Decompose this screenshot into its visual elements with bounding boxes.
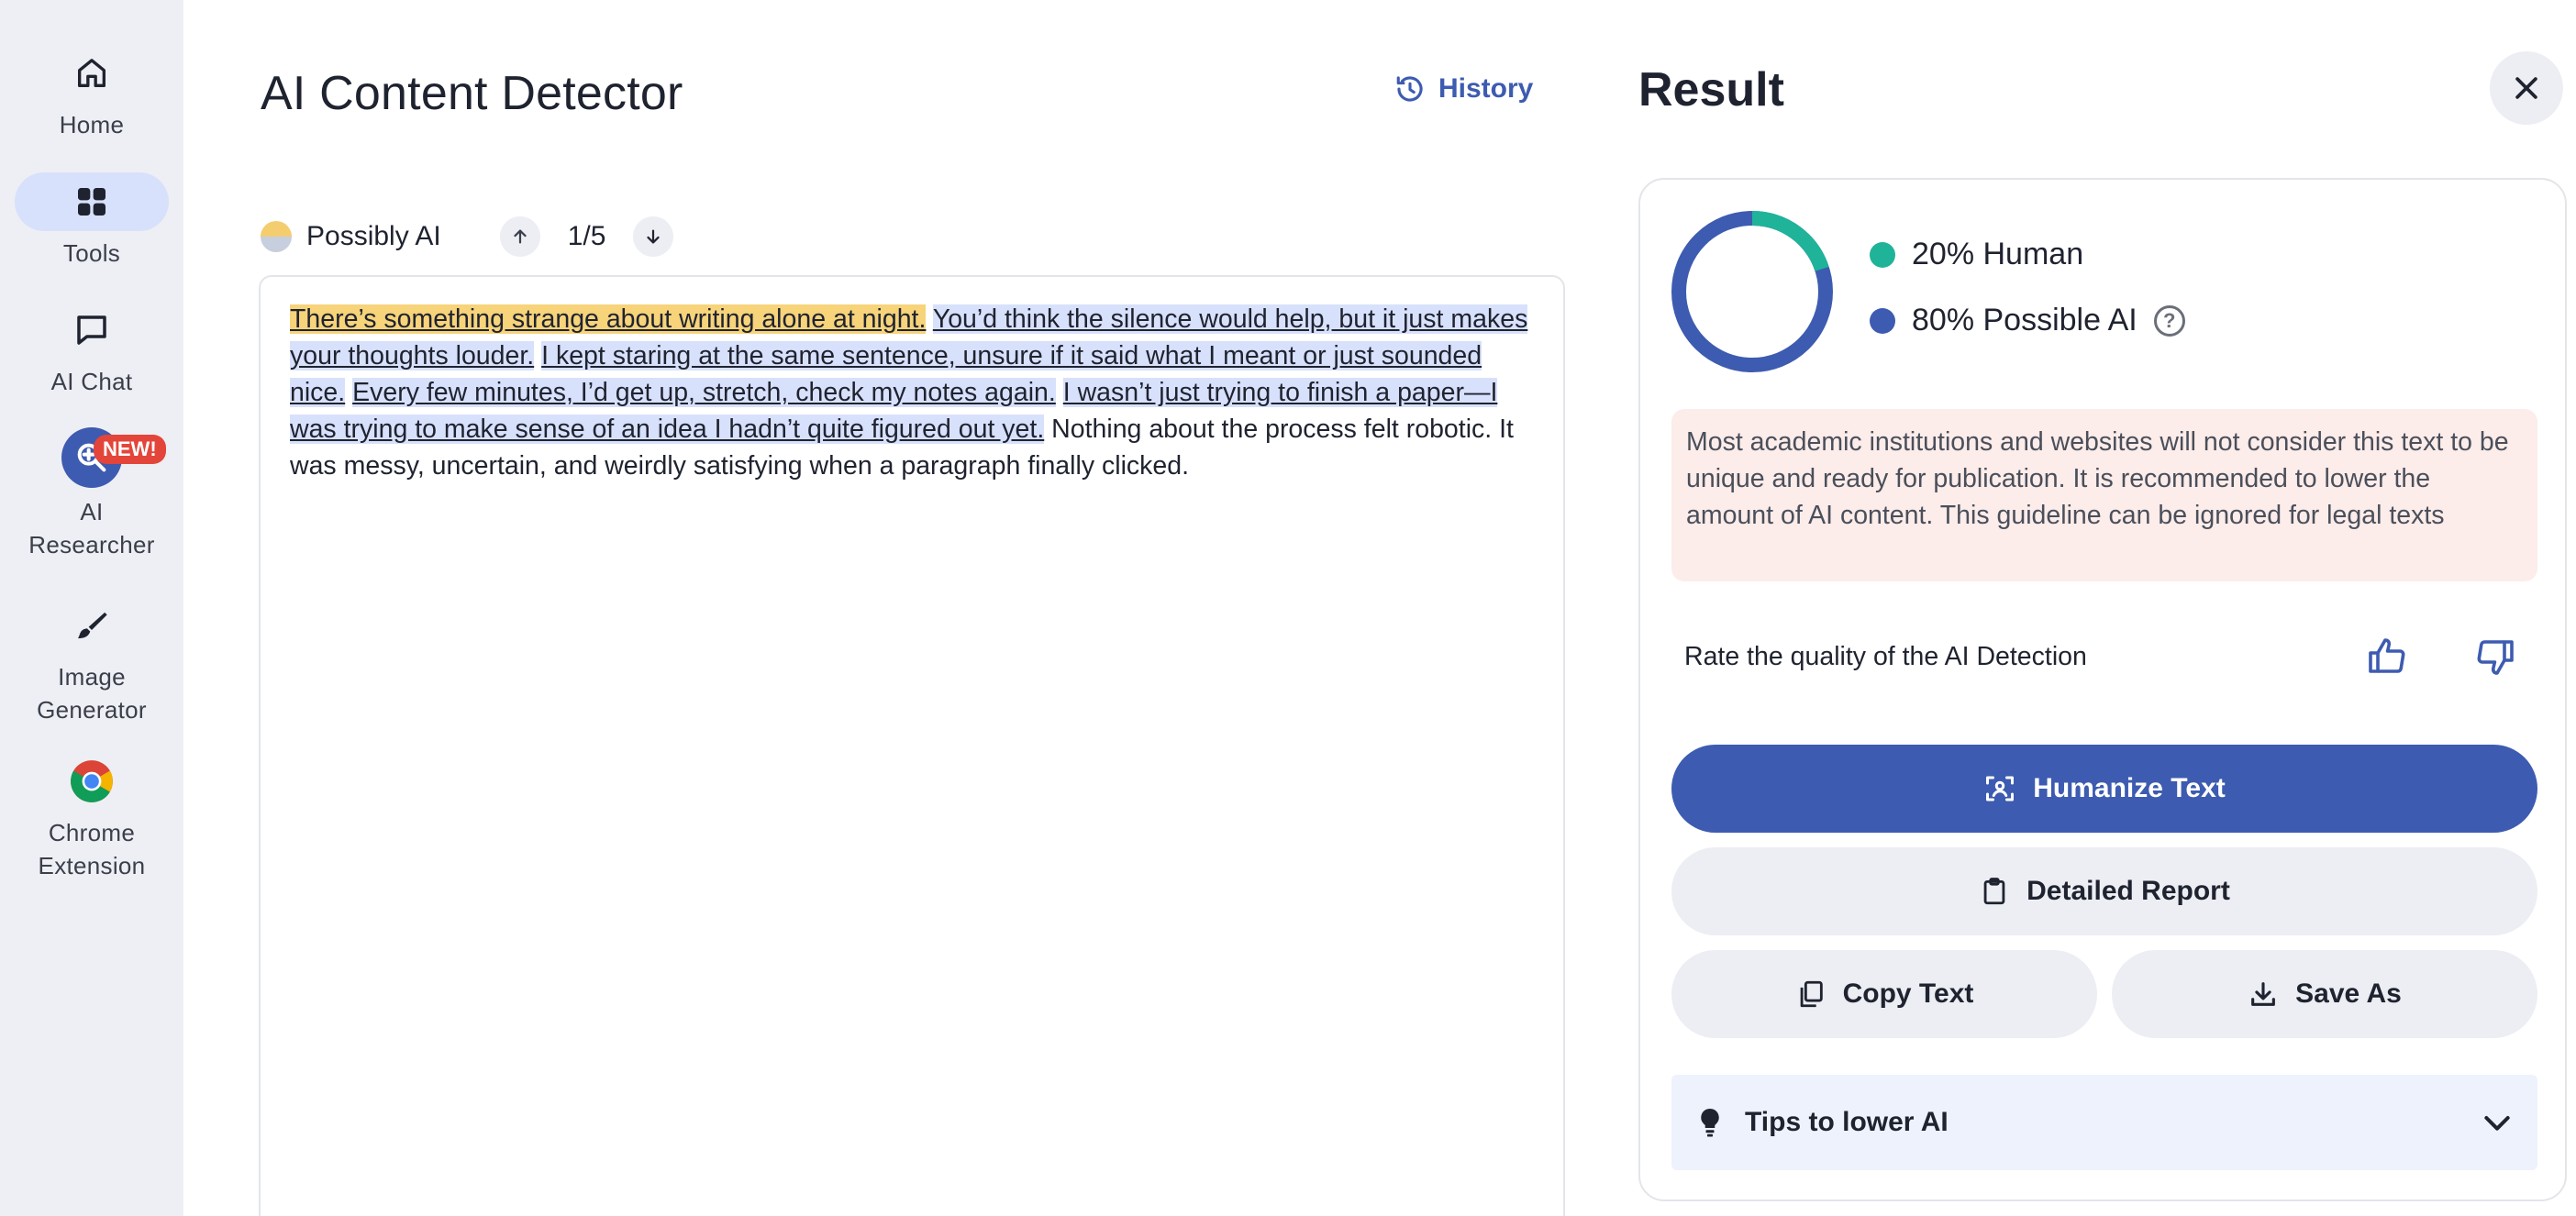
download-icon <box>2251 982 2276 1006</box>
detection-status-row: Possibly AI 1/5 <box>261 215 674 259</box>
sidebar-item-label: AI Researcher <box>28 498 155 558</box>
save-as-button[interactable]: Save As <box>2112 950 2537 1038</box>
text-editor[interactable]: There’s something strange about writing … <box>259 275 1565 1216</box>
legend-human: 20% Human <box>1870 237 2083 272</box>
humanize-text-button[interactable]: Humanize Text <box>1671 745 2537 833</box>
detailed-report-button[interactable]: Detailed Report <box>1671 847 2537 935</box>
tips-label: Tips to lower AI <box>1745 1107 1949 1137</box>
guideline-warning: Most academic institutions and websites … <box>1671 409 2537 581</box>
score-donut-chart <box>1671 211 1833 372</box>
arrow-up-icon <box>514 229 527 244</box>
sidebar-item-label: Chrome Extension <box>38 819 146 879</box>
sidebar-item-tools[interactable]: Tools <box>0 172 183 270</box>
thumbs-up-icon <box>2369 638 2405 673</box>
text-spacer <box>1056 378 1063 407</box>
legend-ai: 80% Possible AI ? <box>1870 303 2185 338</box>
text-spacer <box>534 341 541 370</box>
chevron-down-icon <box>2484 1116 2510 1131</box>
lightbulb-icon <box>1701 1109 1719 1137</box>
text-spacer <box>926 304 932 334</box>
status-indicator-icon <box>261 221 292 252</box>
ai-percentage-label: 80% Possible AI <box>1912 303 2137 337</box>
close-icon <box>2515 77 2537 99</box>
brush-icon <box>78 612 107 639</box>
sidebar-item-home[interactable]: Home <box>0 44 183 141</box>
ai-legend-dot <box>1870 307 1895 334</box>
grid-icon <box>78 188 105 216</box>
history-button[interactable]: History <box>1394 73 1533 105</box>
new-badge: NEW! <box>94 435 166 464</box>
sidebar-item-chrome-extension[interactable]: Chrome Extension <box>0 752 183 882</box>
sidebar-item-ai-chat[interactable]: AI Chat <box>0 301 183 398</box>
rate-quality-label: Rate the quality of the AI Detection <box>1684 642 2087 671</box>
history-icon <box>1396 76 1423 102</box>
home-icon <box>78 59 106 88</box>
sidebar-item-label: AI Chat <box>50 368 133 395</box>
detailed-report-label: Detailed Report <box>2026 876 2230 906</box>
human-percentage-label: 20% Human <box>1912 237 2084 271</box>
status-label: Possibly AI <box>306 221 441 251</box>
chrome-icon <box>71 760 113 802</box>
sidebar-item-label: Tools <box>62 239 121 267</box>
result-title: Result <box>1638 63 1784 116</box>
history-label: History <box>1438 73 1534 104</box>
thumbs-down-button[interactable] <box>2471 633 2519 680</box>
clipboard-icon <box>1983 878 2005 905</box>
text-segment[interactable]: There’s something strange about writing … <box>290 304 927 334</box>
save-as-label: Save As <box>2295 978 2402 1009</box>
help-icon[interactable]: ? <box>2153 304 2185 337</box>
previous-segment-button[interactable] <box>499 216 540 257</box>
app-window: Home Tools AI Chat AI Researcher NEW! Im… <box>0 0 2576 1216</box>
copy-icon <box>1800 980 1823 1008</box>
humanize-icon <box>1986 776 2015 801</box>
sidebar: Home Tools AI Chat AI Researcher NEW! Im… <box>0 0 183 1216</box>
humanize-label: Humanize Text <box>2033 773 2226 803</box>
arrow-down-icon <box>647 229 661 244</box>
copy-text-button[interactable]: Copy Text <box>1671 950 2097 1038</box>
tips-accordion[interactable]: Tips to lower AI <box>1671 1075 2537 1170</box>
close-button[interactable] <box>2490 51 2563 125</box>
segment-counter: 1/5 <box>567 221 606 251</box>
text-segment[interactable]: Every few minutes, I’d get up, stretch, … <box>352 378 1056 407</box>
analyzed-text[interactable]: There’s something strange about writing … <box>290 301 1534 484</box>
sidebar-item-label: Home <box>59 111 125 138</box>
thumbs-down-icon <box>2477 640 2514 675</box>
chat-icon <box>77 315 106 345</box>
human-legend-dot <box>1870 241 1895 268</box>
page-title: AI Content Detector <box>261 67 683 120</box>
sidebar-item-label: Image Generator <box>37 663 147 724</box>
text-spacer <box>345 378 352 407</box>
thumbs-up-button[interactable] <box>2363 633 2411 680</box>
next-segment-button[interactable] <box>633 216 674 257</box>
sidebar-item-image-generator[interactable]: Image Generator <box>0 596 183 726</box>
result-card: 20% Human 80% Possible AI ? Most academi… <box>1638 178 2567 1201</box>
copy-text-label: Copy Text <box>1842 978 1974 1009</box>
